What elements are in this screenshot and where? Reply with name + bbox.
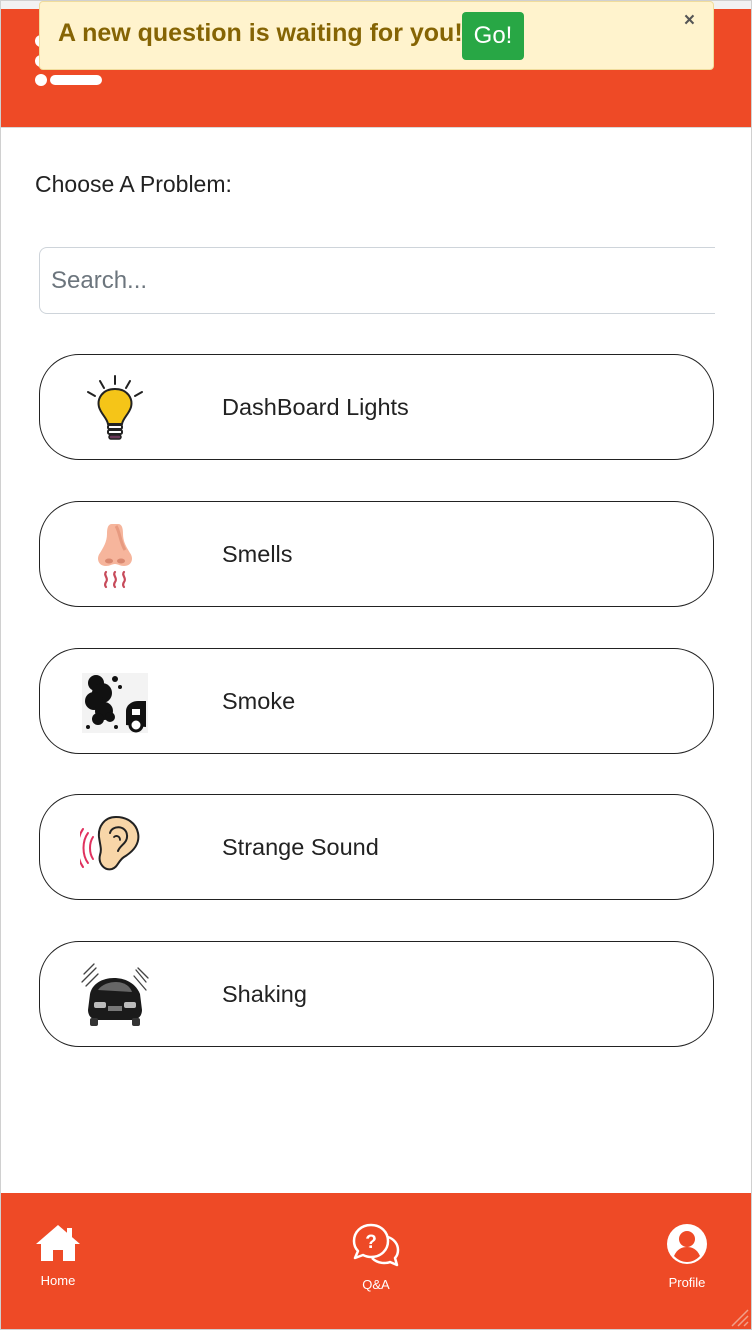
nav-home[interactable]: Home	[33, 1223, 83, 1288]
problem-label: Strange Sound	[222, 834, 379, 860]
alert-message: A new question is waiting for you!	[58, 19, 463, 47]
nav-home-label: Home	[40, 1273, 76, 1288]
problem-label: Smells	[222, 541, 293, 567]
search-input[interactable]	[39, 247, 715, 314]
page-prompt: Choose A Problem:	[35, 171, 232, 197]
app-frame: A new question is waiting for you! Go! ×…	[0, 0, 752, 1330]
ear-icon	[80, 815, 140, 871]
svg-text:?: ?	[365, 1232, 377, 1253]
nose-icon	[98, 524, 132, 589]
smoke-icon	[82, 673, 148, 733]
go-button[interactable]: Go!	[462, 12, 524, 60]
shaking-car-icon	[81, 963, 149, 1026]
close-alert-icon[interactable]: ×	[684, 10, 695, 32]
problem-label: DashBoard Lights	[222, 394, 409, 420]
problem-card-strange-sound[interactable]: Strange Sound	[39, 794, 714, 900]
nav-qa[interactable]: ? Q&A	[349, 1223, 403, 1292]
nav-profile-label: Profile	[668, 1275, 706, 1290]
problem-card-smoke[interactable]: Smoke	[39, 648, 714, 754]
problem-label: Smoke	[222, 688, 296, 714]
problem-card-smells[interactable]: Smells	[39, 501, 714, 607]
qa-chat-icon: ?	[352, 1223, 400, 1267]
problem-card-dashboard-lights[interactable]: DashBoard Lights	[39, 354, 714, 460]
problem-label: Shaking	[222, 981, 307, 1007]
home-icon	[36, 1225, 80, 1261]
problem-card-shaking[interactable]: Shaking	[39, 941, 714, 1047]
profile-icon	[667, 1224, 707, 1264]
resize-grip-icon[interactable]	[729, 1307, 749, 1327]
new-question-alert: A new question is waiting for you! Go! ×	[39, 1, 714, 70]
bottom-nav: Home ? Q&A Profile	[1, 1193, 751, 1329]
light-bulb-icon	[87, 375, 143, 440]
nav-profile[interactable]: Profile	[661, 1223, 713, 1290]
nav-qa-label: Q&A	[362, 1277, 390, 1292]
